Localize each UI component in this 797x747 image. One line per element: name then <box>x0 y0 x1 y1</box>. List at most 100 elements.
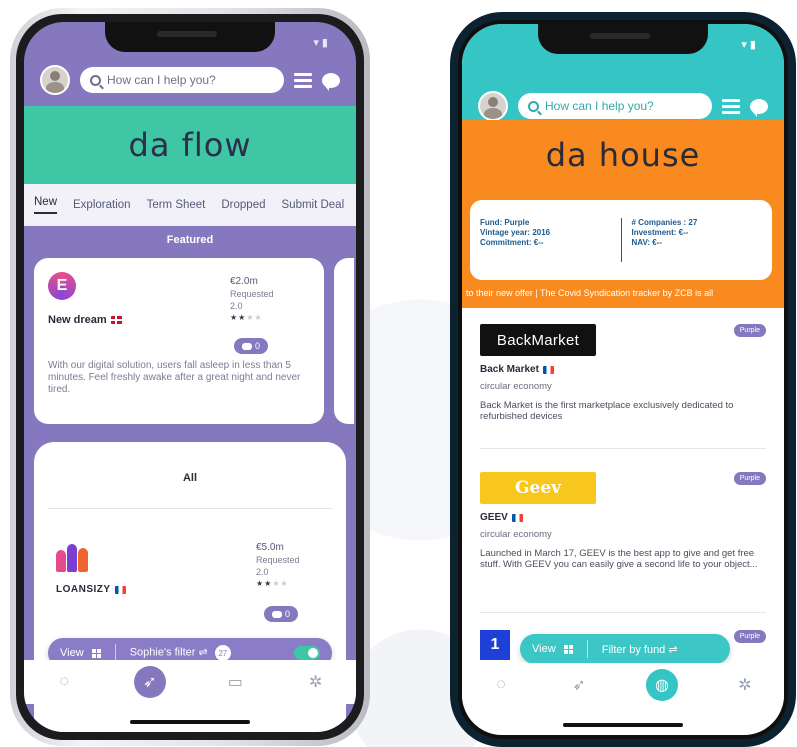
next-featured-card[interactable] <box>334 258 354 424</box>
tab-term-sheet[interactable]: Term Sheet <box>147 199 206 211</box>
divider <box>480 448 766 449</box>
filter-label: Filter by fund <box>601 643 666 656</box>
company-description: With our digital solution, users fall as… <box>48 360 301 395</box>
app-screen-da-flow: ▾ ▮ How can I help you? da flow New Expl… <box>24 22 356 732</box>
company-name-text: New dream <box>48 314 107 326</box>
vintage-year: Vintage year: 2016 <box>480 228 551 237</box>
search-icon <box>528 100 539 112</box>
view-label: View <box>532 643 556 655</box>
search-input[interactable]: How can I help you? <box>80 67 284 93</box>
search-input[interactable]: How can I help you? <box>518 93 712 119</box>
uk-flag-icon <box>110 316 122 324</box>
featured-deal-card[interactable]: E New dream €2.0m Requested 2.0 ★★★★ 0 W… <box>34 258 324 424</box>
pipeline-tabs: New Exploration Term Sheet Dropped Submi… <box>24 184 356 226</box>
filter-sliders-icon: ⇌ <box>198 646 208 659</box>
filter-button[interactable]: Sophie's filter ⇌ 27 <box>130 645 231 661</box>
tab-submit-deal[interactable]: Submit Deal <box>282 199 345 211</box>
commitment: Commitment: €-- <box>480 238 544 247</box>
comments-button[interactable]: 0 <box>264 606 298 622</box>
deal-card-back-market[interactable]: Purple BackMarket Back Market circular e… <box>480 324 766 422</box>
view-button[interactable]: View <box>60 647 101 659</box>
chat-icon[interactable] <box>750 98 768 117</box>
home-indicator <box>130 720 250 724</box>
menu-icon[interactable] <box>722 98 740 114</box>
deal-card-geev[interactable]: Purple Geev GEEV circular economy Launch… <box>480 472 766 570</box>
chat-icon[interactable] <box>322 72 340 91</box>
grid-icon <box>563 644 573 654</box>
fr-flag-icon <box>511 513 523 522</box>
company-logo: 1 <box>480 630 510 660</box>
deal-metrics: €2.0m Requested 2.0 ★★★★ <box>230 276 294 324</box>
nav-value: NAV: €-- <box>631 238 663 247</box>
avatar[interactable] <box>478 91 508 121</box>
filter-button[interactable]: Filter by fund ⇌ <box>602 643 678 656</box>
company-name-text: GEEV <box>480 512 508 523</box>
requested-amount: €2.0m <box>230 276 258 287</box>
filter-toggle[interactable] <box>294 646 320 660</box>
company-description: Launched in March 17, GEEV is the best a… <box>480 548 758 570</box>
news-ticker[interactable]: to their new offer | The Covid Syndicati… <box>462 288 784 298</box>
requested-label: Requested <box>256 555 300 565</box>
company-name: LOANSIZY <box>56 584 126 595</box>
comments-button[interactable]: 0 <box>234 338 268 354</box>
phone-bezel: ▾ ▮ How can I help you? da house Fund: P… <box>458 20 788 739</box>
requested-label: Requested <box>230 289 274 299</box>
phone-notch <box>105 22 275 52</box>
bottom-nav: ◌ ➶ ▭ ✲ <box>24 660 356 704</box>
tab-exploration[interactable]: Exploration <box>73 199 131 211</box>
phone-da-house: ▾ ▮ How can I help you? da house Fund: P… <box>450 12 796 747</box>
rocket-icon[interactable]: ➶ <box>133 666 166 698</box>
filter-sliders-icon: ⇌ <box>668 643 678 656</box>
geev-logo: Geev <box>480 472 596 504</box>
divider <box>586 640 588 658</box>
brand-title: da house <box>462 120 784 190</box>
deal-version: 2.0 <box>256 567 269 577</box>
comment-icon <box>271 610 282 618</box>
home-indicator <box>563 723 683 727</box>
status-icons: ▾ ▮ <box>741 39 756 51</box>
view-label: View <box>60 647 84 659</box>
search-placeholder: How can I help you? <box>107 73 216 87</box>
investment: Investment: €-- <box>631 228 689 237</box>
globe-icon[interactable]: ◍ <box>646 669 678 701</box>
network-icon[interactable]: ✲ <box>734 674 756 696</box>
bottom-nav: ◌ ➶ ◍ ✲ <box>462 663 784 707</box>
tab-dropped[interactable]: Dropped <box>221 199 265 211</box>
brand-title: da flow <box>24 106 356 184</box>
phone-bezel: ▾ ▮ How can I help you? da flow New Expl… <box>16 14 364 740</box>
company-name: Back Market <box>480 364 766 375</box>
divider <box>48 508 332 509</box>
view-button[interactable]: View <box>532 643 573 655</box>
ufo-icon[interactable]: ◌ <box>490 674 512 696</box>
fund-summary-card[interactable]: Fund: Purple Vintage year: 2016 Commitme… <box>470 200 772 280</box>
top-bar: How can I help you? <box>24 60 356 100</box>
phone-da-flow: ▾ ▮ How can I help you? da flow New Expl… <box>10 8 370 746</box>
deal-version: 2.0 <box>230 301 243 311</box>
status-icons: ▾ ▮ <box>313 37 328 49</box>
all-heading: All <box>182 472 198 484</box>
company-name-text: Back Market <box>480 364 539 375</box>
network-icon[interactable]: ✲ <box>305 671 327 693</box>
comment-icon <box>241 342 252 350</box>
tab-new[interactable]: New <box>34 196 58 214</box>
featured-heading: Featured <box>166 234 214 246</box>
rating-stars: ★★★★ <box>256 579 289 588</box>
avatar[interactable] <box>40 65 70 95</box>
view-filter-bar: View Filter by fund ⇌ <box>520 634 730 664</box>
company-count: # Companies : 27 <box>631 218 698 227</box>
search-icon <box>90 74 101 86</box>
menu-icon[interactable] <box>294 72 312 88</box>
fund-info: Fund: Purple Vintage year: 2016 Commitme… <box>480 218 611 262</box>
ufo-icon[interactable]: ◌ <box>53 671 75 693</box>
deal-metrics: €5.0m Requested 2.0 ★★★★ <box>256 542 320 590</box>
comment-count: 0 <box>254 341 260 351</box>
rating-stars: ★★★★ <box>230 313 263 322</box>
comment-count: 0 <box>284 609 290 619</box>
presentation-icon[interactable]: ▭ <box>224 671 246 693</box>
phone-notch <box>538 24 708 54</box>
back-market-logo: BackMarket <box>480 324 596 356</box>
filter-label: Sophie's filter <box>129 646 196 659</box>
app-screen-da-house: ▾ ▮ How can I help you? da house Fund: P… <box>462 24 784 735</box>
fund-tag: Purple <box>733 472 766 485</box>
rocket-icon[interactable]: ➶ <box>568 674 590 696</box>
